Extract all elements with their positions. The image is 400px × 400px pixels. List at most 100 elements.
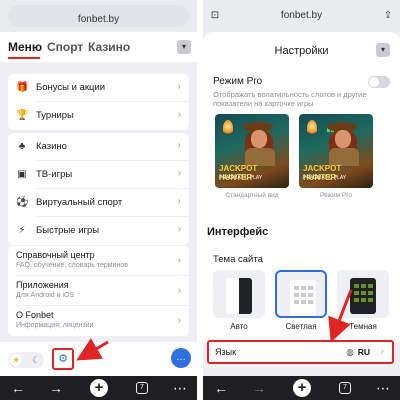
screenshot-root: fonbet.by Меню Спорт Казино ▾ 🎁 Бонусы и… [0, 0, 400, 400]
games-card: ♣ Казино › ▣ ТВ-игры › ⚽ Виртуальный спо… [8, 133, 189, 245]
menu-footer: ☀ ☾ ⚙ … [0, 342, 197, 376]
torch-icon [223, 120, 233, 136]
tab-casino[interactable]: Казино [88, 40, 130, 54]
character-face [251, 130, 267, 148]
settings-screen: ⊡ fonbet.by ⇪ Настройки ▾ Режим Pro Отоб… [203, 0, 400, 400]
game-card-pro: JACKPOT HUNTER PRAGMATIC PLAY [299, 114, 373, 188]
menu-item-fast-games[interactable]: ⚡ Быстрые игры › [8, 217, 189, 245]
menu-item-casino[interactable]: ♣ Казино › [8, 133, 189, 161]
tab-sport[interactable]: Спорт [47, 40, 83, 54]
pro-mode-toggle[interactable] [368, 76, 390, 88]
new-tab-button[interactable]: + [293, 379, 311, 397]
chevron-right-icon: › [380, 346, 384, 357]
theme-option-label: Светлая [285, 322, 317, 331]
settings-header: Настройки ▾ [203, 32, 400, 68]
toggle-knob [369, 77, 379, 87]
chevron-right-icon: › [177, 140, 181, 151]
tabs-count[interactable]: 7 [339, 382, 351, 394]
language-selector[interactable]: Язык ◍ RU › [207, 340, 394, 364]
menu-item-subtitle: FAQ, обучение, словарь терминов [16, 262, 128, 269]
gear-icon: ⚙ [58, 353, 68, 365]
chevron-right-icon: › [177, 196, 181, 207]
url-text: fonbet.by [77, 14, 120, 25]
theme-option-label: Темная [349, 322, 377, 331]
chat-icon[interactable]: … [171, 348, 191, 368]
menu-item-about[interactable]: О Fonbet Информация, лицензии › [8, 306, 189, 336]
chevron-down-icon[interactable]: ▾ [376, 43, 390, 57]
new-tab-button[interactable]: + [90, 379, 108, 397]
menu-screen: fonbet.by Меню Спорт Казино ▾ 🎁 Бонусы и… [0, 0, 197, 400]
browser-url-bar: fonbet.by [0, 0, 197, 32]
more-icon[interactable]: ⋯ [373, 380, 393, 396]
menu-item-apps[interactable]: Приложения Для Android и iOS › [8, 276, 189, 306]
menu-item-label: Виртуальный спорт [36, 197, 123, 208]
theme-preview-icon [290, 280, 316, 316]
game-caption: Режим Pro [320, 192, 352, 199]
back-arrow-icon[interactable]: ← [211, 380, 231, 396]
menu-item-tv-games[interactable]: ▣ ТВ-игры › [8, 161, 189, 189]
character-face [335, 130, 351, 148]
active-tab-indicator [8, 57, 40, 59]
menu-item-label: Приложения [16, 280, 69, 290]
section-title: Интерфейс [207, 226, 269, 238]
menu-item-virtual-sport[interactable]: ⚽ Виртуальный спорт › [8, 189, 189, 217]
chevron-down-icon[interactable]: ▾ [177, 40, 191, 54]
theme-switch[interactable]: ☀ ☾ [8, 352, 44, 368]
game-provider: PRAGMATIC PLAY [219, 175, 263, 181]
menu-item-label: Справочный центр [16, 250, 95, 260]
forward-arrow-icon[interactable]: → [46, 380, 66, 396]
tabs-count[interactable]: 7 [136, 382, 148, 394]
moon-icon: ☾ [31, 355, 41, 365]
browser-url-bar: ⊡ fonbet.by ⇪ [203, 0, 400, 32]
menu-item-label: ТВ-игры [36, 169, 73, 180]
share-icon[interactable]: ⇪ [378, 8, 398, 24]
url-pill[interactable]: fonbet.by [8, 5, 189, 27]
menu-item-label: Бонусы и акции [36, 82, 106, 93]
more-icon[interactable]: ⋯ [170, 380, 190, 396]
menu-header: Меню Спорт Казино ▾ [0, 32, 197, 62]
game-provider: PRAGMATIC PLAY [303, 175, 347, 181]
pro-mode-title: Режим Pro [213, 76, 263, 87]
chevron-right-icon: › [177, 315, 181, 326]
theme-option-light[interactable] [275, 270, 327, 318]
globe-icon: ◍ [346, 347, 354, 357]
tab-menu[interactable]: Меню [8, 40, 42, 54]
menu-item-tournaments[interactable]: 🏆 Турниры › [8, 102, 189, 130]
theme-option-label: Авто [230, 322, 248, 331]
chevron-right-icon: › [177, 224, 181, 235]
menu-item-bonuses[interactable]: 🎁 Бонусы и акции › [8, 74, 189, 102]
menu-item-label: О Fonbet [16, 310, 54, 320]
language-label: Язык [215, 347, 237, 357]
sun-icon: ☀ [10, 354, 22, 366]
fast-games-icon: ⚡ [18, 225, 26, 236]
pro-mode-description: Отображать волатильность слотов и другие… [213, 90, 367, 108]
chevron-right-icon: › [177, 109, 181, 120]
browser-toolbar: ← → + 7 ⋯ [203, 376, 400, 400]
browser-toolbar: ← → + 7 ⋯ [0, 376, 197, 400]
theme-label: Тема сайта [213, 254, 263, 265]
back-arrow-icon[interactable]: ← [8, 380, 28, 396]
menu-item-label: Быстрые игры [36, 225, 100, 236]
menu-item-help-center[interactable]: Справочный центр FAQ, обучение, словарь … [8, 246, 189, 276]
theme-option-auto[interactable] [213, 270, 265, 318]
chevron-right-icon: › [177, 81, 181, 92]
forward-arrow-icon[interactable]: → [249, 380, 269, 396]
page-title: Настройки [274, 45, 329, 57]
gift-icon: 🎁 [16, 82, 29, 93]
promo-card: 🎁 Бонусы и акции › 🏆 Турниры › [8, 74, 189, 130]
menu-item-label: Турниры [36, 110, 74, 121]
url-text: fonbet.by [280, 10, 323, 21]
game-caption: Стандартный вид [225, 192, 279, 199]
theme-preview-icon [226, 278, 252, 314]
menu-item-subtitle: Информация, лицензии [16, 322, 94, 329]
chevron-right-icon: › [177, 255, 181, 266]
chevron-right-icon: › [177, 285, 181, 296]
torch-icon [307, 120, 317, 136]
theme-preview-icon [350, 278, 376, 314]
trophy-icon: 🏆 [16, 110, 29, 121]
casino-icon: ♣ [18, 141, 26, 152]
theme-option-dark[interactable] [337, 270, 389, 318]
settings-button[interactable]: ⚙ [52, 348, 74, 370]
virtual-sport-icon: ⚽ [16, 197, 29, 208]
menu-item-subtitle: Для Android и iOS [16, 292, 75, 299]
